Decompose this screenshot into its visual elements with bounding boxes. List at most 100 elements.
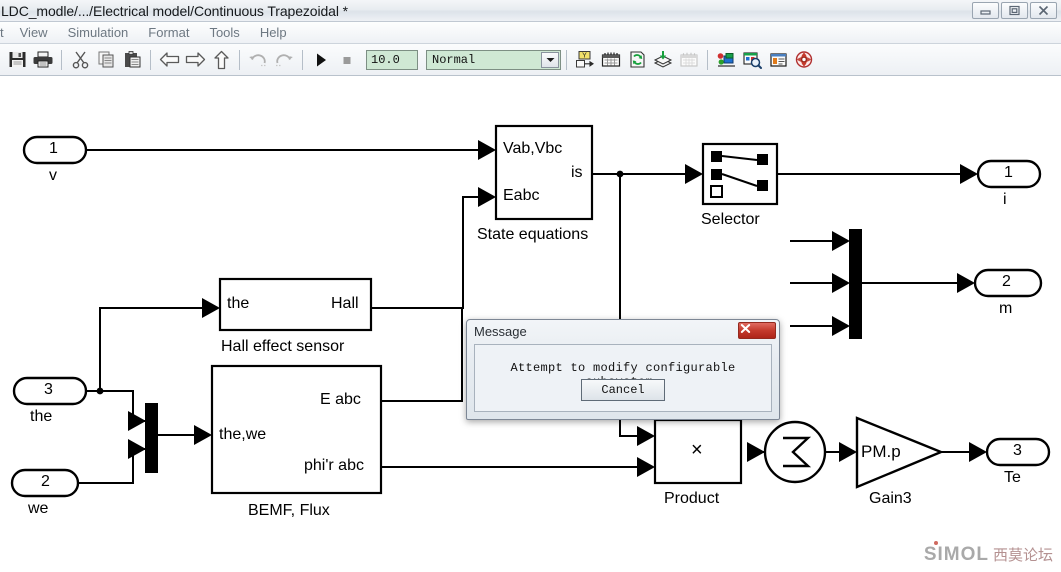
outport-2-number: 2 (1002, 273, 1011, 290)
minimize-button[interactable] (972, 2, 999, 19)
menu-item-help[interactable]: Help (250, 22, 297, 44)
undo-button[interactable] (245, 47, 271, 73)
report-button[interactable] (765, 47, 791, 73)
close-button[interactable] (1030, 2, 1057, 19)
print-button[interactable] (30, 47, 56, 73)
inport-1-number: 1 (49, 140, 58, 157)
inport-1-label: v (49, 167, 57, 184)
product-symbol: × (691, 439, 703, 461)
close-icon (1038, 5, 1049, 16)
window-title-bar: LDC_modle/.../Electrical model/Continuou… (0, 0, 1061, 22)
menu-bar: t View Simulation Format Tools Help (0, 22, 1061, 44)
simulation-mode-select[interactable]: Normal (426, 49, 561, 70)
bemf-input-label: the,we (219, 426, 267, 443)
toolbar-separator (61, 49, 62, 70)
dialog-title: Message (474, 323, 527, 339)
wire-junction (96, 387, 104, 395)
play-icon (317, 53, 326, 66)
library-browser-icon: Y (576, 51, 594, 68)
toggle-grid-button[interactable] (676, 47, 702, 73)
dialog-body: Attempt to modify configurable subsystem… (474, 344, 772, 412)
hall-sensor-caption: Hall effect sensor (221, 338, 345, 355)
model-explorer-button[interactable] (598, 47, 624, 73)
paste-button[interactable] (119, 47, 145, 73)
find-button[interactable] (739, 47, 765, 73)
arrow-right-icon (185, 52, 205, 67)
toolbar-separator (566, 49, 567, 70)
simulation-time-input[interactable]: 10.0 (366, 49, 418, 70)
menu-item-tools[interactable]: Tools (199, 22, 249, 44)
outport-3-number: 3 (1013, 442, 1022, 459)
mux-bar-m (849, 229, 862, 339)
state-equations-input-2-label: Eabc (503, 187, 540, 204)
back-button[interactable] (156, 47, 182, 73)
state-equations-caption: State equations (477, 226, 589, 243)
arrow-left-icon (159, 52, 179, 67)
outport-1-number: 1 (1004, 164, 1013, 181)
gain3-caption: Gain3 (869, 490, 912, 507)
undo-icon (249, 54, 266, 67)
state-equations-output-label: is (571, 164, 583, 181)
update-diagram-button[interactable] (624, 47, 650, 73)
hall-sensor-input-label: the (227, 295, 250, 312)
menu-item-format[interactable]: Format (138, 22, 199, 44)
update-diagram-icon (629, 51, 645, 68)
gain3-symbol: PM.p (861, 442, 901, 461)
forward-button[interactable] (182, 47, 208, 73)
redo-button[interactable] (271, 47, 297, 73)
outport-2-label: m (999, 300, 1013, 317)
toolbar-separator (239, 49, 240, 70)
cut-button[interactable] (67, 47, 93, 73)
cancel-button[interactable]: Cancel (581, 379, 665, 401)
selector-caption: Selector (701, 211, 760, 228)
window-controls (972, 2, 1057, 19)
minimize-icon (980, 9, 991, 15)
copy-button[interactable] (93, 47, 119, 73)
menu-item-simulation[interactable]: Simulation (58, 22, 139, 44)
print-icon (33, 51, 53, 68)
simulation-mode-value: Normal (432, 52, 476, 67)
watermark-dot (933, 541, 938, 545)
toolbar: 10.0 Normal Y (0, 44, 1061, 76)
selector-block-shape (701, 142, 779, 206)
maximize-button[interactable] (1001, 2, 1028, 19)
inport-2-label: we (28, 500, 49, 517)
close-icon (740, 324, 751, 333)
state-equations-input-1-label: Vab,Vbc (503, 140, 563, 157)
stop-simulation-button[interactable] (334, 47, 360, 73)
start-simulation-button[interactable] (308, 47, 334, 73)
toolbar-separator (707, 49, 708, 70)
bemf-caption: BEMF, Flux (248, 502, 330, 519)
message-dialog[interactable]: Message Attempt to modify configurable s… (466, 319, 780, 420)
outport-1-label: i (1003, 191, 1007, 208)
menu-item-view[interactable]: View (10, 22, 58, 44)
redo-icon (276, 54, 293, 67)
toolbar-separator (302, 49, 303, 70)
model-explorer-icon (601, 52, 621, 67)
debug-button[interactable] (713, 47, 739, 73)
report-icon (769, 53, 787, 67)
help-button[interactable] (791, 47, 817, 73)
watermark-brand-text: SIMOL (923, 544, 989, 565)
grid-icon (680, 52, 698, 67)
dialog-close-button[interactable] (738, 322, 776, 339)
inport-3-number: 3 (44, 381, 53, 398)
product-caption: Product (664, 490, 720, 507)
sum-block-shape (763, 420, 827, 484)
chevron-down-icon[interactable] (541, 51, 559, 68)
save-icon (9, 52, 25, 67)
inport-2-number: 2 (41, 473, 50, 490)
model-canvas[interactable]: 1 v 3 the 2 we 1 i 2 m 3 Te Vab,Vbc Eabc… (0, 76, 1061, 572)
window-title: LDC_modle/.../Electrical model/Continuou… (1, 2, 349, 19)
build-model-button[interactable] (650, 47, 676, 73)
paste-icon (124, 51, 140, 68)
library-browser-button[interactable]: Y (572, 47, 598, 73)
svg-text:Y: Y (582, 53, 587, 60)
debug-icon (717, 53, 735, 67)
menu-item-edit[interactable]: t (0, 22, 10, 44)
up-button[interactable] (208, 47, 234, 73)
save-button[interactable] (4, 47, 30, 73)
hall-sensor-output-label: Hall (331, 295, 359, 312)
dialog-title-bar: Message (467, 320, 779, 342)
copy-icon (98, 51, 113, 68)
